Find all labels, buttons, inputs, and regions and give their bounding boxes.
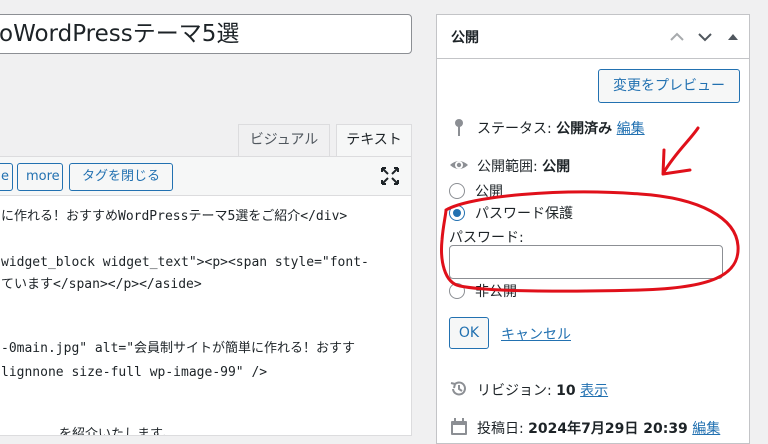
collapse-triangle-icon[interactable] [723, 27, 743, 47]
published-on-row: 投稿日: 2024年7月29日 20:39 編集 [477, 418, 720, 438]
password-label: パスワード: [449, 230, 524, 246]
visibility-password-label[interactable]: パスワード保護 [475, 203, 573, 223]
publish-panel-title: 公開 [451, 30, 479, 46]
revisions-count: 10 [556, 383, 576, 399]
preview-changes-button[interactable]: 変更をプレビュー [598, 69, 740, 103]
code-line: ています</span></p></aside> [1, 277, 202, 292]
visibility-public-label[interactable]: 公開 [475, 181, 503, 201]
quicktag-close-tags-button[interactable]: タグを閉じる [69, 163, 173, 191]
code-line: に作れる！おすすめWordPressテーマ5選をご紹介</div> [1, 209, 348, 224]
status-edit-link[interactable]: 編集 [617, 121, 645, 137]
visibility-cancel-link[interactable]: キャンセル [501, 324, 571, 344]
calendar-icon [449, 417, 469, 437]
eye-icon [449, 155, 469, 175]
password-input[interactable] [449, 245, 723, 279]
visibility-private-radio[interactable] [449, 283, 465, 299]
quicktag-more-button[interactable]: more [17, 163, 63, 191]
post-title-input[interactable]: oWordPressテーマ5選 [0, 14, 412, 54]
published-on-edit-link[interactable]: 編集 [692, 421, 720, 437]
status-row: ステータス: 公開済み 編集 [477, 118, 645, 138]
code-line: -0main.jpg" alt="会員制サイトが簡単に作れる！おすす [1, 341, 356, 356]
status-value: 公開済み [556, 121, 613, 137]
status-label: ステータス: [477, 121, 552, 137]
visibility-label: 公開範囲: [477, 159, 538, 175]
visibility-row: 公開範囲: 公開 [477, 156, 570, 176]
code-line: lignnone size-full wp-image-99" /> [1, 365, 268, 380]
tab-text[interactable]: テキスト [336, 124, 412, 156]
chevron-down-icon[interactable] [695, 27, 715, 47]
visibility-ok-button[interactable]: OK [449, 317, 489, 349]
visibility-public-radio[interactable] [449, 183, 465, 199]
pin-icon [449, 117, 469, 137]
revisions-label: リビジョン: [477, 383, 552, 399]
published-on-label: 投稿日: [477, 421, 524, 437]
history-icon [449, 379, 469, 399]
code-editor[interactable]: に作れる！おすすめWordPressテーマ5選をご紹介</div> widget… [0, 196, 412, 436]
revisions-view-link[interactable]: 表示 [580, 383, 608, 399]
chevron-up-icon[interactable] [667, 27, 687, 47]
revisions-row: リビジョン: 10 表示 [477, 380, 608, 400]
code-line: widget_block widget_text"><p><span style… [1, 255, 369, 270]
tab-visual[interactable]: ビジュアル [238, 124, 330, 156]
visibility-private-label[interactable]: 非公開 [475, 281, 517, 301]
publish-panel: 公開 変更をプレビュー ステータス: 公開済み 編集 公開範囲: 公開 公開 パ… [436, 14, 750, 444]
visibility-password-radio[interactable] [449, 205, 465, 221]
code-line: を紹介いたします。 [59, 427, 175, 436]
published-on-value: 2024年7月29日 20:39 [528, 421, 688, 437]
quicktags-toolbar: e more タグを閉じる [0, 156, 412, 196]
quicktag-partial-button[interactable]: e [0, 163, 13, 191]
fullscreen-icon[interactable] [380, 166, 400, 186]
publish-panel-header: 公開 [437, 15, 749, 59]
visibility-value: 公開 [542, 159, 571, 175]
